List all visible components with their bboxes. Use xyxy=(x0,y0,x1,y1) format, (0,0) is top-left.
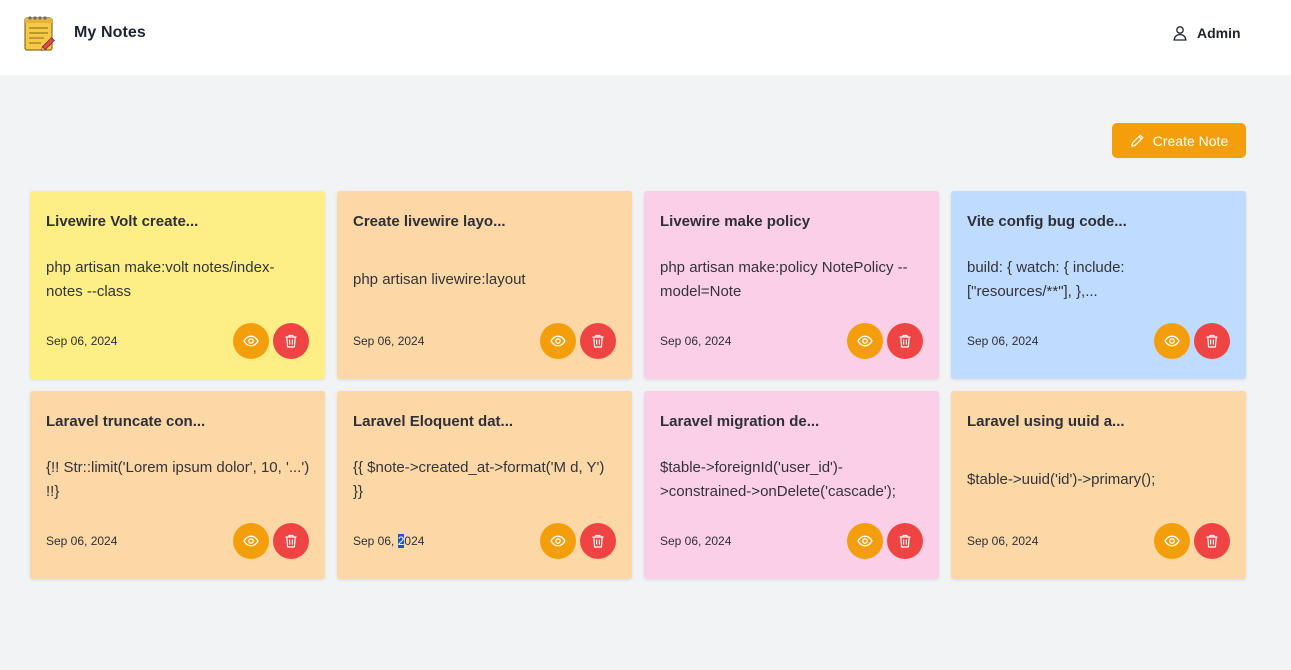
note-body: build: { watch: { include: ["resources/*… xyxy=(967,259,1125,300)
eye-icon xyxy=(857,335,873,347)
date-text: 024 xyxy=(404,534,425,548)
eye-icon xyxy=(550,335,566,347)
top-navbar: My Notes Admin xyxy=(0,0,1291,75)
note-body: php artisan make:policy NotePolicy --mod… xyxy=(660,259,908,300)
note-title: Livewire Volt create... xyxy=(46,213,199,230)
eye-icon xyxy=(1164,535,1180,547)
note-card[interactable]: Create livewire layo... php artisan live… xyxy=(337,191,632,379)
view-note-button[interactable] xyxy=(233,523,269,559)
trash-icon xyxy=(899,534,911,548)
note-body: php artisan livewire:layout xyxy=(353,271,526,288)
create-note-button[interactable]: Create Note xyxy=(1112,123,1246,158)
note-body: $table->foreignId('user_id')->constraine… xyxy=(660,459,896,500)
delete-note-button[interactable] xyxy=(887,323,923,359)
note-card[interactable]: Laravel migration de... $table->foreignI… xyxy=(644,391,939,579)
note-title: Vite config bug code... xyxy=(967,213,1127,230)
view-note-button[interactable] xyxy=(1154,523,1190,559)
note-date: Sep 06, 2024 xyxy=(967,334,1039,348)
note-card[interactable]: Livewire Volt create... php artisan make… xyxy=(30,191,325,379)
trash-icon xyxy=(899,334,911,348)
note-card[interactable]: Vite config bug code... build: { watch: … xyxy=(951,191,1246,379)
trash-icon xyxy=(285,334,297,348)
date-text: Sep 06, xyxy=(353,534,398,548)
note-card[interactable]: Livewire make policy php artisan make:po… xyxy=(644,191,939,379)
create-note-label: Create Note xyxy=(1152,132,1229,149)
note-title: Create livewire layo... xyxy=(353,213,506,230)
note-date: Sep 06, 2024 xyxy=(353,334,425,348)
delete-note-button[interactable] xyxy=(580,523,616,559)
eye-icon xyxy=(243,535,259,547)
eye-icon xyxy=(550,535,566,547)
eye-icon xyxy=(857,535,873,547)
note-body: {{ $note->created_at->format('M d, Y') }… xyxy=(353,459,605,500)
note-title: Laravel migration de... xyxy=(660,413,820,430)
delete-note-button[interactable] xyxy=(273,323,309,359)
note-date: Sep 06, 2024 xyxy=(660,334,732,348)
note-title: Livewire make policy xyxy=(660,213,811,230)
user-name: Admin xyxy=(1197,25,1241,41)
note-body: $table->uuid('id')->primary(); xyxy=(967,471,1156,488)
delete-note-button[interactable] xyxy=(1194,323,1230,359)
notes-grid: Livewire Volt create... php artisan make… xyxy=(30,191,1246,579)
note-card[interactable]: Laravel Eloquent dat... {{ $note->create… xyxy=(337,391,632,579)
delete-note-button[interactable] xyxy=(273,523,309,559)
app-title: My Notes xyxy=(74,24,146,41)
view-note-button[interactable] xyxy=(233,323,269,359)
delete-note-button[interactable] xyxy=(1194,523,1230,559)
note-card[interactable]: Laravel using uuid a... $table->uuid('id… xyxy=(951,391,1246,579)
note-date: Sep 06, 2024 xyxy=(967,534,1039,548)
view-note-button[interactable] xyxy=(847,523,883,559)
note-date: Sep 06, 2024 xyxy=(660,534,732,548)
note-date: Sep 06, 2024 xyxy=(353,534,424,548)
eye-icon xyxy=(243,335,259,347)
note-date: Sep 06, 2024 xyxy=(46,534,118,548)
trash-icon xyxy=(592,534,604,548)
user-menu[interactable]: Admin xyxy=(1172,22,1241,44)
note-body: php artisan make:volt notes/index-notes … xyxy=(46,259,275,300)
view-note-button[interactable] xyxy=(847,323,883,359)
eye-icon xyxy=(1164,335,1180,347)
note-title: Laravel truncate con... xyxy=(46,413,206,430)
trash-icon xyxy=(1206,534,1218,548)
note-date: Sep 06, 2024 xyxy=(46,334,118,348)
delete-note-button[interactable] xyxy=(580,323,616,359)
note-card[interactable]: Laravel truncate con... {!! Str::limit('… xyxy=(30,391,325,579)
notepad-icon xyxy=(24,16,55,51)
note-title: Laravel using uuid a... xyxy=(967,413,1125,430)
pencil-icon xyxy=(1131,134,1144,147)
user-icon xyxy=(1173,26,1187,41)
view-note-button[interactable] xyxy=(540,323,576,359)
note-body: {!! Str::limit('Lorem ipsum dolor', 10, … xyxy=(46,459,310,500)
trash-icon xyxy=(1206,334,1218,348)
trash-icon xyxy=(592,334,604,348)
view-note-button[interactable] xyxy=(1154,323,1190,359)
view-note-button[interactable] xyxy=(540,523,576,559)
note-title: Laravel Eloquent dat... xyxy=(353,413,514,430)
delete-note-button[interactable] xyxy=(887,523,923,559)
trash-icon xyxy=(285,534,297,548)
brand[interactable]: My Notes xyxy=(22,14,146,52)
